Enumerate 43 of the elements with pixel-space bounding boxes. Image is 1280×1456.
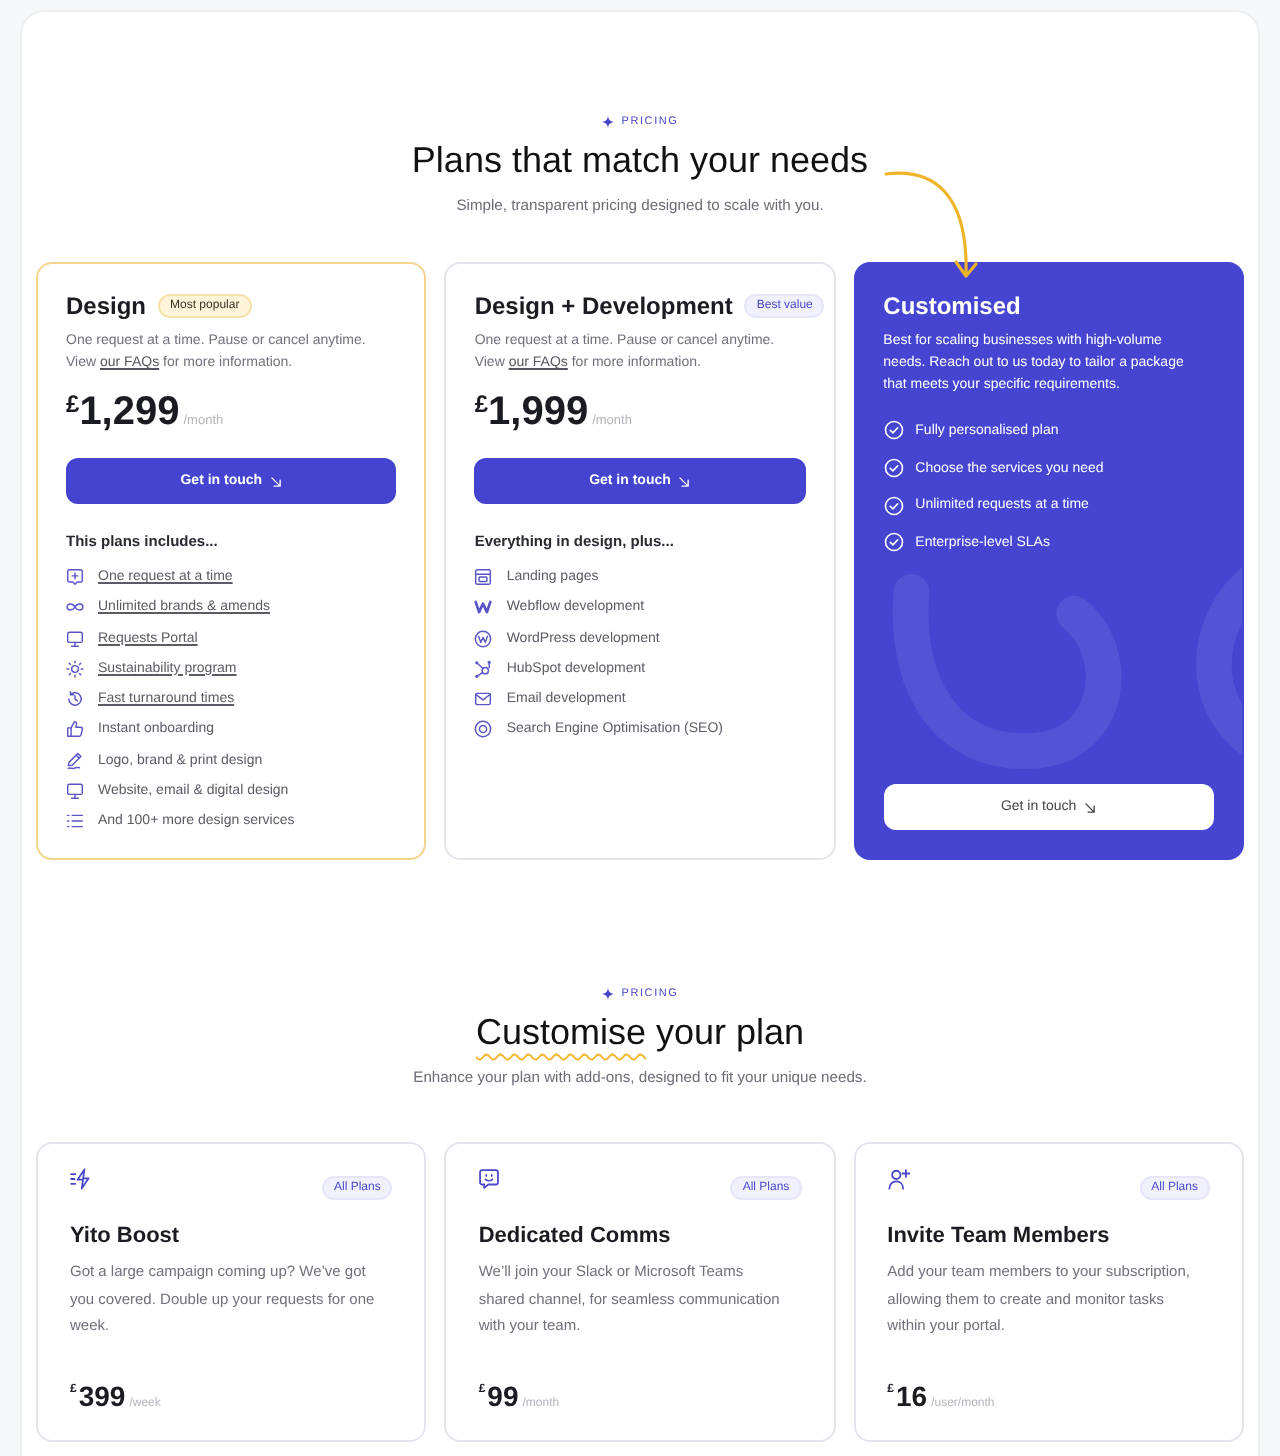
zigzag-icon: [474, 598, 493, 617]
plan-title: Design + Development: [474, 292, 733, 320]
circle-logo-icon: [474, 629, 493, 648]
price-amount: 1,999: [488, 388, 589, 436]
currency-symbol: £: [66, 390, 80, 418]
monitor-icon: [66, 781, 84, 800]
pen-icon: [66, 751, 84, 770]
addon-title: Dedicated Comms: [478, 1222, 673, 1250]
lightning-icon: [70, 1168, 92, 1190]
price-amount: 1,299: [79, 388, 180, 436]
message-plus-icon: [66, 568, 84, 587]
list-icon: [66, 812, 84, 831]
target-icon: [474, 720, 493, 739]
currency-symbol: £: [474, 390, 489, 418]
browser-icon: [474, 568, 493, 587]
nodes-icon: [474, 659, 493, 678]
arrow-down-right-icon: [678, 475, 691, 487]
plan-title: Design: [66, 292, 147, 320]
addon-title: Yito Boost: [70, 1222, 182, 1250]
monitor-icon: [66, 629, 84, 648]
price-amount: 16: [896, 1380, 928, 1412]
check-circle-icon: [883, 420, 904, 441]
section-title: Customise your plan: [475, 1010, 805, 1056]
plan-title: Customised: [883, 292, 1021, 320]
chat-smile-icon: [478, 1168, 501, 1190]
check-circle-icon: [883, 458, 904, 479]
sun-icon: [66, 659, 84, 678]
price-amount: 399: [78, 1380, 126, 1412]
sparkle-icon: [601, 988, 614, 1000]
check-circle-icon: [883, 532, 904, 553]
curved-arrow: [884, 171, 978, 278]
sparkle-icon: [601, 116, 614, 128]
clock-icon: [66, 690, 84, 709]
thumbs-up-icon: [66, 720, 84, 739]
arrow-down-right-icon: [1084, 801, 1097, 813]
section-title: Plans that match your needs: [411, 138, 869, 184]
addon-title: Invite Team Members: [887, 1222, 1112, 1250]
check-circle-icon: [883, 495, 904, 516]
envelope-icon: [474, 690, 493, 709]
price-amount: 99: [487, 1380, 519, 1412]
user-plus-icon: [887, 1168, 910, 1190]
arrow-down-right-icon: [270, 475, 283, 487]
infinity-icon: [66, 598, 84, 617]
